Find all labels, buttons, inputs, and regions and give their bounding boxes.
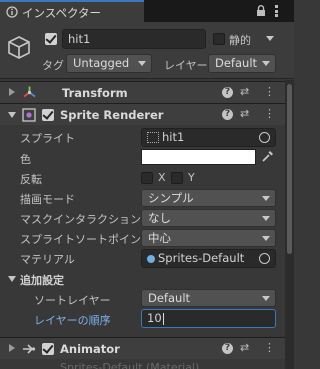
flip-label: 反転 bbox=[20, 173, 42, 186]
chevron-down-icon bbox=[138, 61, 146, 66]
draw-mode-dropdown[interactable]: シンプル bbox=[141, 189, 276, 207]
tag-dropdown[interactable]: Untagged bbox=[66, 54, 152, 73]
order-in-layer-label: レイヤーの順序 bbox=[34, 314, 111, 327]
mask-interaction-label: マスクインタラクション bbox=[20, 213, 141, 226]
sprite-label: スプライト bbox=[20, 132, 75, 145]
gameobject-header: hit1 静的 タグ Untagged レイヤー Default bbox=[0, 22, 294, 79]
sprite-object-field[interactable]: hit1 bbox=[141, 128, 276, 147]
sorting-layer-label: ソートレイヤー bbox=[34, 294, 111, 307]
sprite-sort-point-dropdown[interactable]: 中心 bbox=[141, 229, 276, 247]
kebab-menu-icon[interactable] bbox=[275, 5, 278, 17]
kebab-menu-icon[interactable]: ⋮ bbox=[264, 107, 275, 120]
kebab-menu-icon[interactable]: ⋮ bbox=[264, 85, 275, 98]
additional-settings-foldout-icon[interactable] bbox=[8, 276, 16, 282]
kebab-menu-icon[interactable]: ⋮ bbox=[264, 341, 275, 354]
text-caret bbox=[162, 312, 164, 325]
tab-bar: インスペクター bbox=[0, 0, 294, 22]
layer-dropdown[interactable]: Default bbox=[208, 54, 276, 73]
sprite-renderer-enabled-checkbox[interactable] bbox=[42, 109, 54, 121]
transform-component-header[interactable]: Transform ? ⇄ ⋮ bbox=[0, 81, 294, 103]
animator-icon bbox=[23, 344, 36, 354]
object-picker-icon[interactable] bbox=[259, 132, 270, 143]
sprite-thumbnail-icon bbox=[147, 132, 159, 143]
help-icon[interactable]: ? bbox=[222, 109, 233, 120]
chevron-down-icon bbox=[262, 296, 270, 301]
transform-icon bbox=[23, 86, 36, 98]
layer-label: レイヤー bbox=[164, 59, 208, 72]
help-icon[interactable]: ? bbox=[222, 87, 233, 98]
sorting-layer-dropdown[interactable]: Default bbox=[141, 289, 276, 307]
mask-interaction-dropdown[interactable]: なし bbox=[141, 209, 276, 227]
static-checkbox[interactable] bbox=[213, 33, 225, 45]
chevron-down-icon bbox=[262, 216, 270, 221]
gameobject-cube-icon bbox=[8, 36, 30, 59]
foldout-collapsed-icon[interactable] bbox=[9, 344, 15, 352]
preset-sliders-icon[interactable]: ⇄ bbox=[240, 107, 249, 120]
object-name-field[interactable]: hit1 bbox=[62, 29, 206, 49]
material-preview-text: Sprites-Default (Material) bbox=[60, 361, 200, 369]
material-sphere-icon bbox=[147, 254, 155, 263]
flip-y-label: Y bbox=[188, 171, 195, 184]
sprite-sort-point-label: スプライトソートポイント bbox=[20, 233, 152, 246]
sprite-renderer-title: Sprite Renderer bbox=[60, 108, 164, 122]
tab-title: インスペクター bbox=[22, 6, 102, 20]
vertical-scrollbar[interactable] bbox=[285, 80, 294, 369]
foldout-expanded-icon[interactable] bbox=[8, 112, 16, 118]
active-checkbox[interactable] bbox=[45, 33, 57, 45]
static-dropdown-arrow-icon[interactable] bbox=[266, 36, 274, 41]
scrollbar-thumb[interactable] bbox=[287, 84, 292, 254]
color-swatch[interactable] bbox=[141, 149, 256, 165]
flip-x-checkbox[interactable] bbox=[141, 172, 153, 184]
flip-x-label: X bbox=[158, 171, 166, 184]
material-object-field[interactable]: Sprites-Default bbox=[141, 249, 276, 268]
transform-title: Transform bbox=[62, 86, 128, 100]
animator-title: Animator bbox=[60, 342, 120, 356]
sprite-renderer-icon bbox=[22, 108, 36, 122]
preset-sliders-icon[interactable]: ⇄ bbox=[240, 85, 249, 98]
object-picker-icon[interactable] bbox=[259, 253, 270, 264]
sprite-renderer-component-header[interactable]: Sprite Renderer ? ⇄ ⋮ bbox=[0, 103, 294, 125]
additional-settings-label[interactable]: 追加設定 bbox=[20, 272, 64, 288]
color-label: 色 bbox=[20, 153, 31, 166]
draw-mode-label: 描画モード bbox=[20, 193, 75, 206]
chevron-down-icon bbox=[262, 196, 270, 201]
lock-icon[interactable] bbox=[256, 5, 266, 17]
help-icon[interactable]: ? bbox=[222, 343, 233, 354]
tab-inspector[interactable]: インスペクター bbox=[0, 0, 144, 22]
info-icon bbox=[6, 6, 18, 18]
preset-sliders-icon[interactable]: ⇄ bbox=[240, 341, 249, 354]
eyedropper-icon[interactable] bbox=[261, 150, 274, 163]
material-preview-strip: Sprites-Default (Material) bbox=[0, 359, 294, 369]
static-label: 静的 bbox=[229, 34, 251, 47]
animator-enabled-checkbox[interactable] bbox=[42, 343, 54, 355]
flip-y-checkbox[interactable] bbox=[171, 172, 183, 184]
foldout-collapsed-icon[interactable] bbox=[9, 88, 15, 96]
chevron-down-icon bbox=[262, 236, 270, 241]
animator-component-header[interactable]: Animator ? ⇄ ⋮ bbox=[0, 337, 294, 359]
order-in-layer-input[interactable]: 10 bbox=[141, 309, 276, 328]
chevron-down-icon bbox=[262, 61, 270, 66]
material-label: マテリアル bbox=[20, 253, 75, 266]
tag-label: タグ bbox=[42, 59, 64, 72]
